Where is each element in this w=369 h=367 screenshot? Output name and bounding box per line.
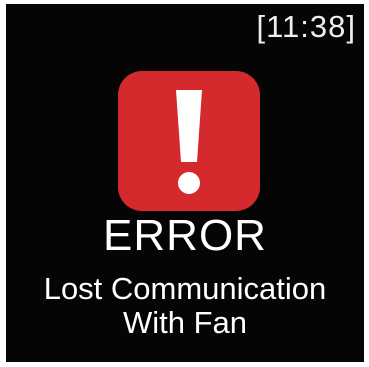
error-message: Lost Communication With Fan <box>6 272 364 340</box>
error-message-line-1: Lost Communication <box>43 271 327 306</box>
error-screen: [11:38] ERROR Lost Communication With Fa… <box>6 4 364 362</box>
clock-time: [11:38] <box>256 9 356 44</box>
error-message-line-2: With Fan <box>122 305 248 340</box>
device-frame: [11:38] ERROR Lost Communication With Fa… <box>0 0 369 367</box>
exclamation-icon <box>118 71 260 211</box>
error-title: ERROR <box>103 211 267 260</box>
